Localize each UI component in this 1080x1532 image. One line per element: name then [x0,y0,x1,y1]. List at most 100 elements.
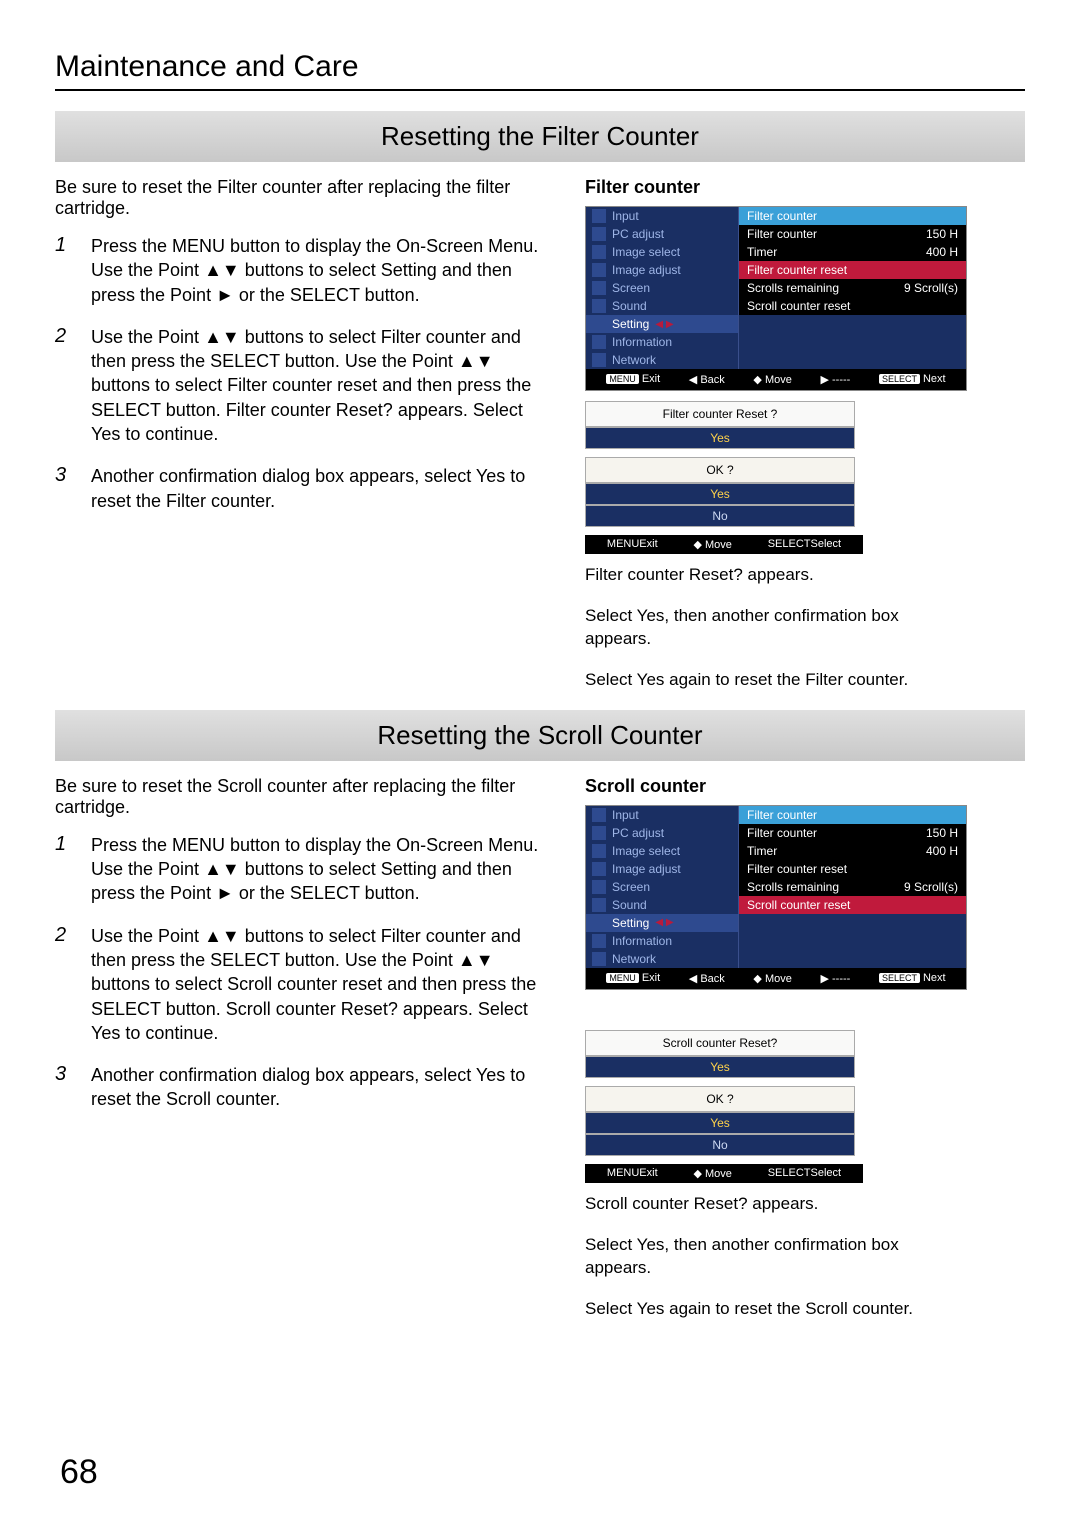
step-text: Another confirmation dialog box appears,… [91,1063,555,1112]
section-a-step: 2 Use the Point ▲▼ buttons to select Fil… [55,325,555,446]
osd-footer: MENUExit ◀ Back ◆ Move ▶ ----- SELECTNex… [586,369,966,390]
osd-left-item: Image select [612,844,680,858]
osd-right-label: Scroll counter reset [747,299,850,313]
step-number: 1 [55,833,73,906]
osd-left-item: Image adjust [612,862,681,876]
osd-header: Filter counter [747,808,817,822]
step-text: Use the Point ▲▼ buttons to select Filte… [91,924,555,1045]
step-text: Use the Point ▲▼ buttons to select Filte… [91,325,555,446]
section-a-step: 1 Press the MENU button to display the O… [55,234,555,307]
osd-left-item: Network [612,353,656,367]
osd-right-value: 400 H [926,844,958,858]
network-icon [592,353,606,367]
osd-left-item: Information [612,934,672,948]
setting-icon [592,916,606,930]
osd-right-label: Filter counter reset [747,263,847,277]
osd-left-item: Sound [612,299,647,313]
osd-right-label: Scrolls remaining [747,880,839,894]
section-b-step: 2 Use the Point ▲▼ buttons to select Fil… [55,924,555,1045]
filter-reset-dialog: Filter counter Reset ? Yes [585,401,855,449]
osd-right-label: Timer [747,245,777,259]
osd-left-item: Information [612,335,672,349]
section-b-intro: Be sure to reset the Scroll counter afte… [55,776,555,818]
osd-right-label: Scrolls remaining [747,281,839,295]
dialog-question: OK ? [585,1086,855,1112]
section-b-title: Resetting the Scroll Counter [55,710,1025,761]
screen-icon [592,281,606,295]
image-select-icon [592,245,606,259]
page-number: 68 [60,1453,98,1492]
pc-adjust-icon [592,227,606,241]
scroll-counter-panel-label: Scroll counter [585,776,1025,797]
triangle-indicator-icon: ◀ ▶ [655,319,673,330]
osd-left-item: Setting [612,916,649,930]
osd-right-value: 9 Scroll(s) [904,880,958,894]
osd-left-item: Screen [612,281,650,295]
caption: Scroll counter Reset? appears. [585,1193,965,1216]
osd-left-item: PC adjust [612,826,664,840]
osd-left-item: Network [612,952,656,966]
osd-left-item: Image select [612,245,680,259]
pc-adjust-icon [592,826,606,840]
image-adjust-icon [592,263,606,277]
input-icon [592,808,606,822]
network-icon [592,952,606,966]
dialog-yes: Yes [585,483,855,505]
osd-right-value: 150 H [926,227,958,241]
osd-left-item: Setting [612,317,649,331]
screen-icon [592,880,606,894]
osd-footer: MENUExit ◀ Back ◆ Move ▶ ----- SELECTNex… [586,968,966,989]
dialog-question: OK ? [585,457,855,483]
chapter-title: Maintenance and Care [55,50,1025,91]
osd-right-label: Timer [747,844,777,858]
osd-menu-scroll: Input Filter counter PC adjust Filter co… [585,805,967,990]
section-a-step: 3 Another confirmation dialog box appear… [55,464,555,513]
dialog-yes: Yes [585,1056,855,1078]
dialog-question: Filter counter Reset ? [585,401,855,427]
triangle-indicator-icon: ◀ ▶ [655,917,673,928]
image-select-icon [592,844,606,858]
osd-left-item: Input [612,209,639,223]
osd-right-label: Filter counter reset [747,862,847,876]
osd-right-label: Filter counter [747,227,817,241]
information-icon [592,934,606,948]
step-number: 3 [55,1063,73,1112]
dialog-footer: MENUExit ◆ Move SELECTSelect [585,1164,863,1183]
osd-left-item: PC adjust [612,227,664,241]
step-number: 3 [55,464,73,513]
dialog-no: No [585,505,855,527]
step-text: Press the MENU button to display the On-… [91,833,555,906]
step-number: 2 [55,325,73,446]
osd-right-value: 9 Scroll(s) [904,281,958,295]
image-adjust-icon [592,862,606,876]
osd-right-label: Filter counter [747,826,817,840]
dialog-no: No [585,1134,855,1156]
osd-left-item: Input [612,808,639,822]
filter-counter-panel-label: Filter counter [585,177,1025,198]
caption: Filter counter Reset? appears. [585,564,965,587]
osd-header: Filter counter [747,209,817,223]
caption: Select Yes again to reset the Scroll cou… [585,1298,965,1321]
step-number: 2 [55,924,73,1045]
setting-icon [592,317,606,331]
section-b-step: 3 Another confirmation dialog box appear… [55,1063,555,1112]
sound-icon [592,299,606,313]
step-text: Another confirmation dialog box appears,… [91,464,555,513]
information-icon [592,335,606,349]
scroll-ok-dialog: OK ? Yes No [585,1086,855,1156]
osd-right-label: Scroll counter reset [747,898,850,912]
dialog-yes: Yes [585,1112,855,1134]
caption: Select Yes again to reset the Filter cou… [585,669,965,692]
filter-ok-dialog: OK ? Yes No [585,457,855,527]
dialog-yes: Yes [585,427,855,449]
sound-icon [592,898,606,912]
dialog-question: Scroll counter Reset? [585,1030,855,1056]
scroll-reset-dialog: Scroll counter Reset? Yes [585,1030,855,1078]
caption: Select Yes, then another confirmation bo… [585,1234,965,1280]
osd-menu-filter: Input Filter counter PC adjust Filter co… [585,206,967,391]
osd-right-value: 400 H [926,245,958,259]
input-icon [592,209,606,223]
osd-left-item: Screen [612,880,650,894]
osd-right-value: 150 H [926,826,958,840]
step-number: 1 [55,234,73,307]
